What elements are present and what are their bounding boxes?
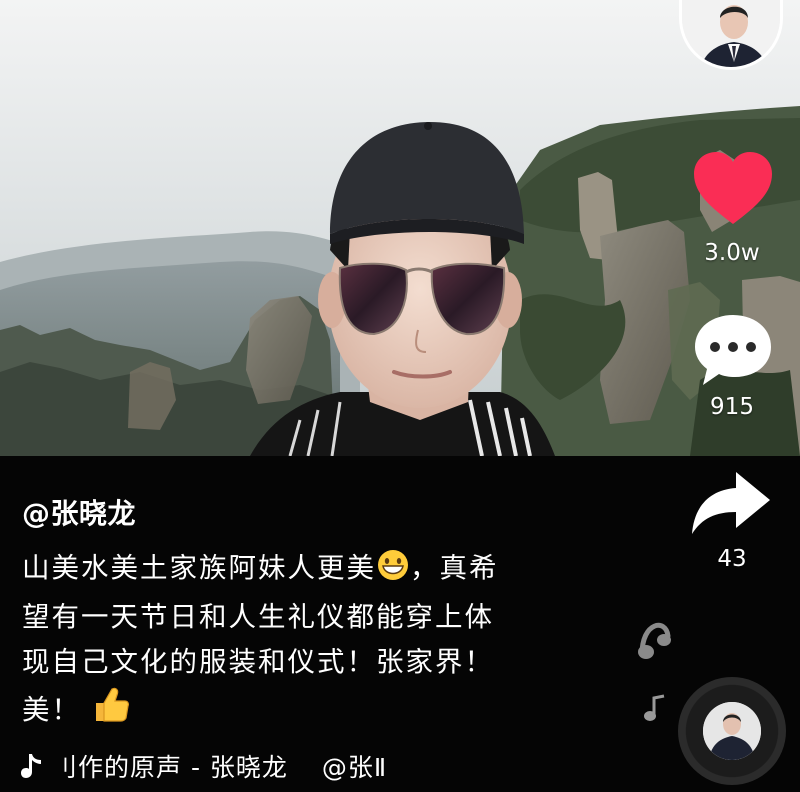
music-note-icon (638, 623, 671, 659)
share-arrow-icon[interactable] (690, 470, 772, 536)
disc-cover-avatar (703, 702, 761, 760)
video-frame[interactable] (0, 0, 800, 456)
comment-bubble-icon[interactable] (693, 313, 773, 387)
like-count: 3.0w (704, 240, 760, 266)
heart-icon[interactable] (692, 150, 774, 228)
thumbs-up-emoji (92, 685, 130, 737)
comment-count: 915 (710, 394, 754, 420)
caption-line-3: 现自己文化的服装和仪式！张家界！ (22, 646, 494, 678)
grinning-emoji (376, 549, 410, 595)
share-count: 43 (717, 546, 747, 572)
music-disc[interactable] (678, 677, 786, 785)
music-note-icon (644, 694, 665, 721)
author-name[interactable]: @张晓龙 (22, 492, 136, 532)
caption-line-1-tail: ，真希 (410, 552, 499, 584)
video-scene (0, 0, 800, 456)
caption-line-4: 美！ (22, 694, 81, 726)
sound-marquee[interactable]: 刂作的原声 - 张晓龙 @张Ⅱ (20, 748, 387, 784)
sound-title: 刂作的原声 - 张晓龙 (52, 753, 288, 782)
video-caption: 山美水美土家族阿妹人更美 ，真希 望有一天节日和人生礼仪都能穿上体 现自己文化的服… (22, 546, 582, 737)
caption-line-2: 望有一天节日和人生礼仪都能穿上体 (22, 601, 494, 633)
caption-line-1: 山美水美土家族阿妹人更美 (22, 552, 376, 584)
sound-title-tail: @张Ⅱ (321, 753, 388, 782)
tiktok-note-icon (21, 754, 41, 778)
